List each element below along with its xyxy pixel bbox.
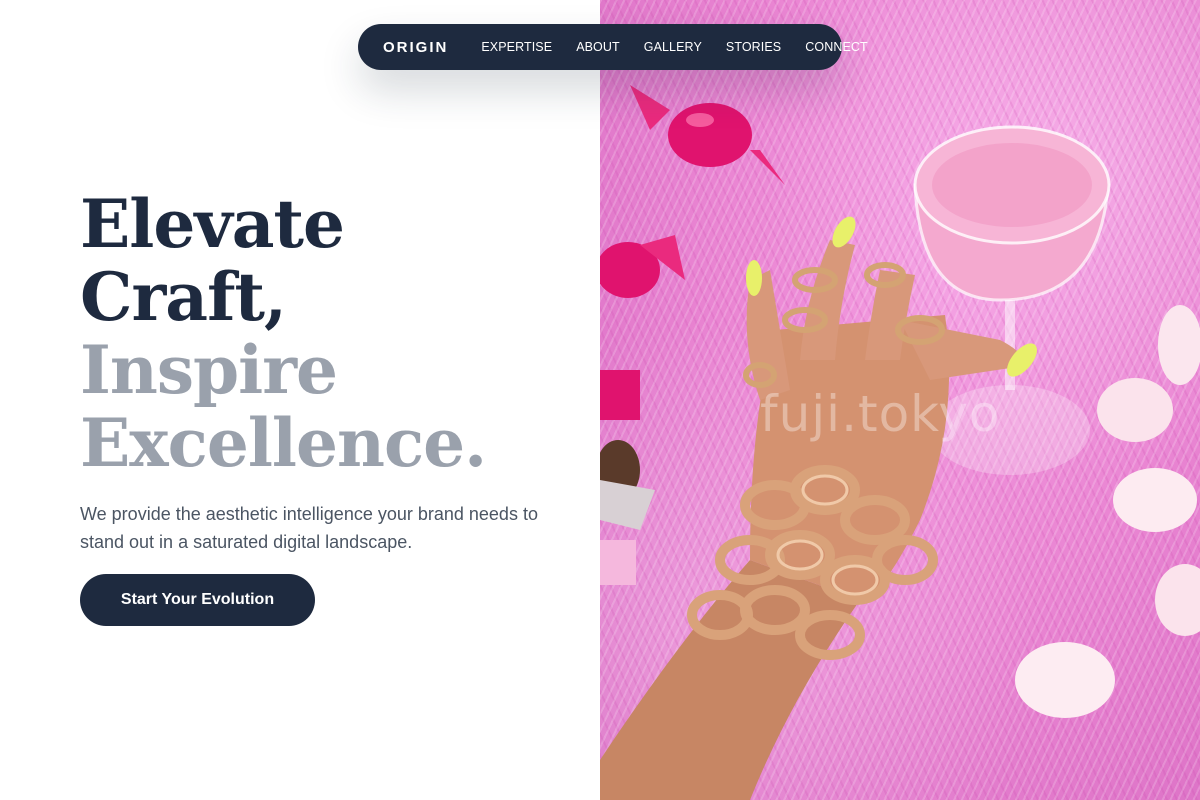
hero-subtitle: We provide the aesthetic intelligence yo… bbox=[80, 504, 538, 552]
nav-link-stories[interactable]: STORIES bbox=[726, 40, 781, 54]
hero-title-line-1: Elevate bbox=[80, 185, 345, 263]
nav-link-connect[interactable]: CONNECT bbox=[805, 40, 868, 54]
brand-logo[interactable]: ORIGIN bbox=[383, 39, 448, 56]
hero-title-line-2: Craft, bbox=[80, 258, 287, 336]
rose-petals bbox=[1015, 305, 1200, 718]
candy-wrapper-left bbox=[600, 235, 685, 298]
hero-title: Elevate Craft, Inspire Excellence. bbox=[80, 185, 487, 482]
candy-wrapper-top bbox=[630, 85, 785, 185]
hero-title-line-3: Inspire bbox=[80, 331, 338, 409]
hero-image: fuji.tokyo bbox=[600, 0, 1200, 800]
hand-with-jewelry bbox=[600, 216, 1037, 800]
candy-wrapper-lower-left bbox=[600, 370, 655, 585]
nav-link-gallery[interactable]: GALLERY bbox=[644, 40, 702, 54]
image-watermark: fuji.tokyo bbox=[760, 385, 1001, 443]
top-navigation: ORIGIN EXPERTISE ABOUT GALLERY STORIES C… bbox=[358, 24, 868, 70]
start-evolution-button[interactable]: Start Your Evolution bbox=[80, 574, 315, 626]
nav-link-about[interactable]: ABOUT bbox=[576, 40, 620, 54]
hero-title-line-4: Excellence. bbox=[80, 404, 487, 482]
nav-link-expertise[interactable]: EXPERTISE bbox=[481, 40, 552, 54]
nav-links: EXPERTISE ABOUT GALLERY STORIES CONNECT bbox=[481, 40, 867, 54]
